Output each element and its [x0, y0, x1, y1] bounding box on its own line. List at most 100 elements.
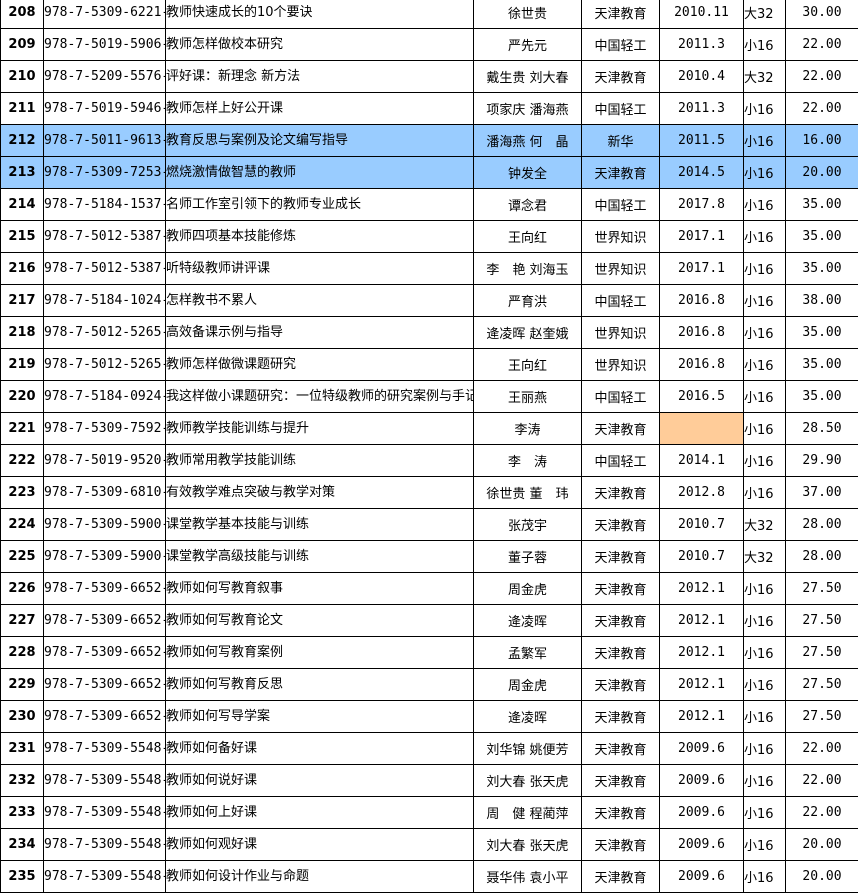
- table-row[interactable]: 214978-7-5184-1537-3名师工作室引领下的教师专业成长谭念君中国…: [1, 189, 858, 221]
- isbn-cell[interactable]: 978-7-5184-1537-3: [44, 189, 166, 221]
- author-cell[interactable]: 王丽燕: [474, 381, 582, 413]
- price-cell[interactable]: 35.00: [786, 221, 858, 253]
- price-cell[interactable]: 22.00: [786, 733, 858, 765]
- author-cell[interactable]: 逄凌晖: [474, 701, 582, 733]
- isbn-cell[interactable]: 978-7-5012-5387-6: [44, 253, 166, 285]
- publisher-cell[interactable]: 天津教育: [582, 829, 660, 861]
- format-cell[interactable]: 小16: [744, 669, 786, 701]
- title-cell[interactable]: 教师如何写导学案: [166, 701, 474, 733]
- isbn-cell[interactable]: 978-7-5309-6652-5: [44, 573, 166, 605]
- publisher-cell[interactable]: 天津教育: [582, 605, 660, 637]
- publisher-cell[interactable]: 中国轻工: [582, 189, 660, 221]
- table-row[interactable]: 231978-7-5309-5548-2教师如何备好课刘华锦 姚便芳天津教育20…: [1, 733, 858, 765]
- publisher-cell[interactable]: 中国轻工: [582, 93, 660, 125]
- price-cell[interactable]: 27.50: [786, 669, 858, 701]
- title-cell[interactable]: 教师四项基本技能修炼: [166, 221, 474, 253]
- price-cell[interactable]: 22.00: [786, 93, 858, 125]
- publisher-cell[interactable]: 天津教育: [582, 637, 660, 669]
- author-cell[interactable]: 徐世贵 董 玮: [474, 477, 582, 509]
- title-cell[interactable]: 课堂教学基本技能与训练: [166, 509, 474, 541]
- table-row[interactable]: 222978-7-5019-9520-2教师常用教学技能训练李 涛中国轻工201…: [1, 445, 858, 477]
- isbn-cell[interactable]: 978-7-5309-5548-2: [44, 765, 166, 797]
- format-cell[interactable]: 小16: [744, 829, 786, 861]
- date-cell[interactable]: 2017.1: [660, 221, 744, 253]
- publisher-cell[interactable]: 天津教育: [582, 797, 660, 829]
- table-row[interactable]: 220978-7-5184-0924-2我这样做小课题研究：一位特级教师的研究案…: [1, 381, 858, 413]
- table-row[interactable]: 224978-7-5309-5900-8课堂教学基本技能与训练张茂宇天津教育20…: [1, 509, 858, 541]
- row-number[interactable]: 235: [1, 861, 44, 893]
- date-cell[interactable]: 2017.8: [660, 189, 744, 221]
- table-row[interactable]: 216978-7-5012-5387-6听特级教师讲评课李 艳 刘海玉世界知识2…: [1, 253, 858, 285]
- author-cell[interactable]: 项家庆 潘海燕: [474, 93, 582, 125]
- format-cell[interactable]: 小16: [744, 637, 786, 669]
- isbn-cell[interactable]: 978-7-5019-9520-2: [44, 445, 166, 477]
- title-cell[interactable]: 教师如何写教育论文: [166, 605, 474, 637]
- author-cell[interactable]: 逄凌晖 赵奎娥: [474, 317, 582, 349]
- isbn-cell[interactable]: 978-7-5012-5265-7: [44, 349, 166, 381]
- author-cell[interactable]: 董子蓉: [474, 541, 582, 573]
- title-cell[interactable]: 教师怎样做校本研究: [166, 29, 474, 61]
- isbn-cell[interactable]: 978-7-5309-5900-8: [44, 541, 166, 573]
- isbn-cell[interactable]: 978-7-5309-7592-3: [44, 413, 166, 445]
- table-row[interactable]: 223978-7-5309-6810-9有效教学难点突破与教学对策徐世贵 董 玮…: [1, 477, 858, 509]
- date-cell[interactable]: 2011.5: [660, 125, 744, 157]
- publisher-cell[interactable]: 世界知识: [582, 253, 660, 285]
- date-cell[interactable]: 2009.6: [660, 733, 744, 765]
- author-cell[interactable]: 徐世贵: [474, 0, 582, 29]
- author-cell[interactable]: 戴生贵 刘大春: [474, 61, 582, 93]
- price-cell[interactable]: 38.00: [786, 285, 858, 317]
- table-row[interactable]: 213978-7-5309-7253-5燃烧激情做智慧的教师钟发全天津教育201…: [1, 157, 858, 189]
- publisher-cell[interactable]: 天津教育: [582, 861, 660, 893]
- date-cell[interactable]: 2017.1: [660, 253, 744, 285]
- table-row[interactable]: 218978-7-5012-5265-7高效备课示例与指导逄凌晖 赵奎娥世界知识…: [1, 317, 858, 349]
- row-number[interactable]: 227: [1, 605, 44, 637]
- format-cell[interactable]: 大32: [744, 61, 786, 93]
- title-cell[interactable]: 教育反思与案例及论文编写指导: [166, 125, 474, 157]
- row-number[interactable]: 222: [1, 445, 44, 477]
- author-cell[interactable]: 王向红: [474, 221, 582, 253]
- publisher-cell[interactable]: 天津教育: [582, 701, 660, 733]
- price-cell[interactable]: 22.00: [786, 765, 858, 797]
- date-cell[interactable]: 2016.8: [660, 317, 744, 349]
- price-cell[interactable]: 28.50: [786, 413, 858, 445]
- isbn-cell[interactable]: 978-7-5184-1024-8: [44, 285, 166, 317]
- publisher-cell[interactable]: 世界知识: [582, 221, 660, 253]
- title-cell[interactable]: 名师工作室引领下的教师专业成长: [166, 189, 474, 221]
- format-cell[interactable]: 小16: [744, 93, 786, 125]
- format-cell[interactable]: 大32: [744, 541, 786, 573]
- publisher-cell[interactable]: 天津教育: [582, 477, 660, 509]
- title-cell[interactable]: 怎样教书不累人: [166, 285, 474, 317]
- row-number[interactable]: 216: [1, 253, 44, 285]
- price-cell[interactable]: 30.00: [786, 0, 858, 29]
- format-cell[interactable]: 小16: [744, 125, 786, 157]
- publisher-cell[interactable]: 天津教育: [582, 509, 660, 541]
- isbn-cell[interactable]: 978-7-5309-5548-2: [44, 797, 166, 829]
- publisher-cell[interactable]: 天津教育: [582, 541, 660, 573]
- publisher-cell[interactable]: 天津教育: [582, 0, 660, 29]
- publisher-cell[interactable]: 天津教育: [582, 733, 660, 765]
- format-cell[interactable]: 小16: [744, 605, 786, 637]
- isbn-cell[interactable]: 978-7-5309-6652-5: [44, 605, 166, 637]
- table-row[interactable]: 235978-7-5309-5548-2教师如何设计作业与命题聂华伟 袁小平天津…: [1, 861, 858, 893]
- row-number[interactable]: 231: [1, 733, 44, 765]
- date-cell[interactable]: 2010.7: [660, 509, 744, 541]
- date-cell[interactable]: 2009.6: [660, 797, 744, 829]
- author-cell[interactable]: 王向红: [474, 349, 582, 381]
- table-row[interactable]: 225978-7-5309-5900-8课堂教学高级技能与训练董子蓉天津教育20…: [1, 541, 858, 573]
- row-number[interactable]: 210: [1, 61, 44, 93]
- title-cell[interactable]: 教师如何写教育案例: [166, 637, 474, 669]
- price-cell[interactable]: 22.00: [786, 61, 858, 93]
- row-number[interactable]: 208: [1, 0, 44, 29]
- format-cell[interactable]: 小16: [744, 221, 786, 253]
- row-number[interactable]: 234: [1, 829, 44, 861]
- format-cell[interactable]: 大32: [744, 0, 786, 29]
- price-cell[interactable]: 37.00: [786, 477, 858, 509]
- title-cell[interactable]: 教师如何写教育叙事: [166, 573, 474, 605]
- title-cell[interactable]: 教师如何说好课: [166, 765, 474, 797]
- row-number[interactable]: 209: [1, 29, 44, 61]
- publisher-cell[interactable]: 天津教育: [582, 413, 660, 445]
- format-cell[interactable]: 小16: [744, 189, 786, 221]
- table-row[interactable]: 208978-7-5309-6221-3教师快速成长的10个要诀徐世贵天津教育2…: [1, 0, 858, 29]
- table-row[interactable]: 229978-7-5309-6652-5教师如何写教育反思周金虎天津教育2012…: [1, 669, 858, 701]
- format-cell[interactable]: 小16: [744, 765, 786, 797]
